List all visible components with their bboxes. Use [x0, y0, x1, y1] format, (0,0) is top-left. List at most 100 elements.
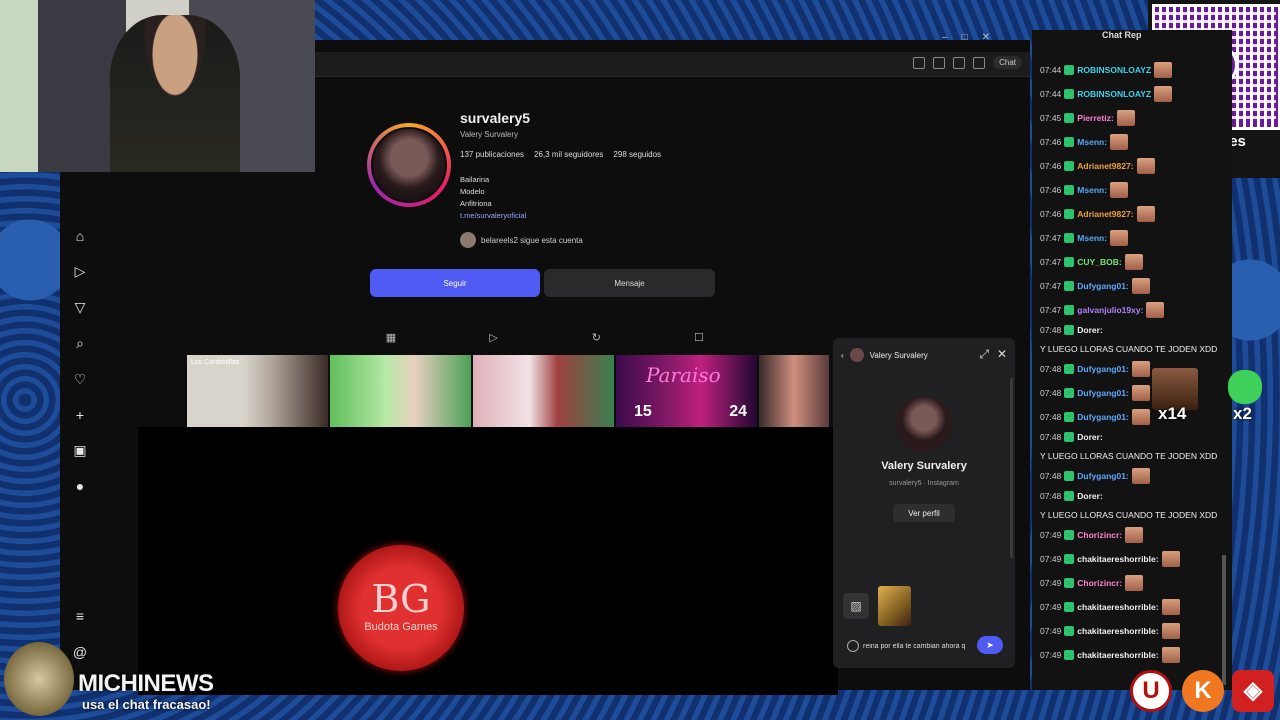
- instagram-sidebar: ⌂ ▷ ▽ ⌕ ♡ + ▣ ● ≡ @: [62, 220, 98, 670]
- create-icon[interactable]: +: [72, 407, 88, 423]
- chat-message: 07:49 Chorizincr:: [1040, 523, 1225, 547]
- emote-icon: [1161, 599, 1180, 615]
- chat-username[interactable]: Dorer:: [1077, 429, 1103, 445]
- chat-username[interactable]: Chorizincr:: [1077, 575, 1122, 591]
- chat-username[interactable]: CUY_BOB:: [1077, 254, 1121, 270]
- chat-username[interactable]: Dufygang01:: [1077, 361, 1128, 377]
- reels-tab-icon[interactable]: ▷: [488, 332, 500, 344]
- chat-message: 07:49 chakitaereshorrible:: [1040, 643, 1225, 667]
- budota-games-logo: BG Budota Games: [338, 545, 464, 671]
- home-icon[interactable]: ⌂: [72, 228, 88, 244]
- chat-username[interactable]: Dufygang01:: [1077, 468, 1128, 484]
- brand-title: MICHINEWS: [78, 670, 214, 697]
- message-button[interactable]: Mensaje: [544, 269, 715, 297]
- post-tile[interactable]: Los Cardenillas: [187, 355, 328, 427]
- tagged-icon[interactable]: ☐: [693, 332, 705, 344]
- chat-username[interactable]: chakitaereshorrible:: [1077, 551, 1158, 567]
- maximize-icon[interactable]: □: [962, 32, 968, 43]
- direct-message-panel: ‹ Valery Survalery ⤢ ✕ Valery Survalery …: [833, 338, 1015, 668]
- message-time: 07:45: [1040, 113, 1062, 123]
- sub-badge-icon: [1064, 626, 1075, 636]
- chat-username[interactable]: Msenn:: [1077, 230, 1107, 246]
- chat-username[interactable]: Msenn:: [1077, 134, 1107, 150]
- chat-username[interactable]: Dufygang01:: [1077, 409, 1128, 425]
- profile-avatar-icon[interactable]: ●: [72, 478, 88, 494]
- chat-message: 07:49 chakitaereshorrible:: [1040, 547, 1225, 571]
- sub-badge-icon: [1064, 305, 1075, 315]
- chat-username[interactable]: Adrianet9827:: [1077, 158, 1133, 174]
- profile-avatar[interactable]: [367, 123, 451, 207]
- chat-scrollbar[interactable]: [1222, 555, 1226, 685]
- post-tile[interactable]: [759, 355, 829, 427]
- post-tile[interactable]: Paraiso 15 24: [616, 355, 757, 427]
- followers-count[interactable]: 26,3 mil seguidores: [534, 150, 603, 159]
- chat-username[interactable]: galvanjulio19xy:: [1077, 302, 1143, 318]
- direct-icon[interactable]: ▽: [72, 299, 88, 315]
- reels-icon[interactable]: ▷: [72, 263, 88, 279]
- message-input[interactable]: [843, 636, 987, 656]
- profile-stats: 137 publicaciones 26,3 mil seguidores 29…: [460, 150, 661, 159]
- close-icon[interactable]: ✕: [982, 32, 990, 43]
- emote-icon: [1110, 230, 1129, 246]
- message-time: 07:47: [1040, 305, 1062, 315]
- logo-name: Budota Games: [364, 621, 438, 633]
- stream-overlay-block: [138, 427, 838, 695]
- post-tile[interactable]: [330, 355, 471, 427]
- puzzle-icon[interactable]: [953, 56, 966, 69]
- chat-username[interactable]: Chorizincr:: [1077, 527, 1122, 543]
- chat-username[interactable]: ROBINSONLOAYZ: [1077, 86, 1151, 102]
- sub-badge-icon: [1064, 137, 1075, 147]
- profile-icon[interactable]: [973, 56, 986, 69]
- kick-logo: K: [1182, 670, 1224, 712]
- emote-icon: [1125, 527, 1144, 543]
- follow-button[interactable]: Seguir: [370, 269, 540, 297]
- star-icon[interactable]: [933, 56, 946, 69]
- post-tile[interactable]: [473, 355, 614, 427]
- chat-username[interactable]: chakitaereshorrible:: [1077, 599, 1158, 615]
- grid-icon[interactable]: ▦: [385, 332, 397, 344]
- chat-username[interactable]: ROBINSONLOAYZ: [1077, 62, 1151, 78]
- chat-username[interactable]: Dufygang01:: [1077, 385, 1128, 401]
- threads-icon[interactable]: @: [72, 644, 88, 660]
- sub-badge-icon: [1064, 65, 1075, 75]
- chat-username[interactable]: Dorer:: [1077, 488, 1103, 504]
- expand-icon[interactable]: ⤢: [979, 347, 989, 362]
- send-icon[interactable]: ➤: [977, 636, 1003, 654]
- dm-avatar: [896, 396, 952, 452]
- dashboard-icon[interactable]: ▣: [72, 442, 88, 458]
- posts-count[interactable]: 137 publicaciones: [460, 150, 524, 159]
- reposts-icon[interactable]: ↻: [590, 332, 602, 344]
- bio-line: Modelo: [460, 187, 485, 196]
- chat-message: 07:48 Dorer: Y LUEGO LLORAS CUANDO TE JODE…: [1040, 429, 1225, 464]
- chat-button[interactable]: Chat: [993, 56, 1022, 69]
- attachment-thumbnail[interactable]: [878, 586, 911, 626]
- chat-username[interactable]: chakitaereshorrible:: [1077, 647, 1158, 663]
- message-time: 07:49: [1040, 650, 1062, 660]
- emote-icon: [1125, 575, 1144, 591]
- michinews-logo: [4, 642, 74, 716]
- view-profile-button[interactable]: Ver perfil: [893, 504, 955, 522]
- chat-username[interactable]: Pierretiz:: [1077, 110, 1113, 126]
- chat-username[interactable]: Adrianet9827:: [1077, 206, 1133, 222]
- bio-link[interactable]: t.me/survaleryoficial: [460, 210, 526, 222]
- extension-icon[interactable]: [913, 56, 926, 69]
- back-icon[interactable]: ‹: [841, 351, 844, 360]
- chat-username[interactable]: Msenn:: [1077, 182, 1107, 198]
- following-count[interactable]: 298 seguidos: [613, 150, 661, 159]
- dm-header-name[interactable]: Valery Survalery: [870, 351, 928, 360]
- chat-message: 07:48 Dufygang01:: [1040, 464, 1225, 488]
- emote-icon: [1131, 361, 1150, 377]
- followed-by[interactable]: belareels2 sigue esta cuenta: [460, 232, 583, 248]
- sub-badge-icon: [1064, 491, 1075, 501]
- heart-icon[interactable]: ♡: [72, 371, 88, 387]
- chat-username[interactable]: Dorer:: [1077, 322, 1103, 338]
- message-time: 07:49: [1040, 554, 1062, 564]
- close-dm-icon[interactable]: ✕: [997, 347, 1007, 362]
- message-text: Y LUEGO LLORAS CUANDO TE JODEN XDD: [1040, 510, 1218, 520]
- gallery-icon[interactable]: ▨: [843, 593, 869, 619]
- chat-username[interactable]: chakitaereshorrible:: [1077, 623, 1158, 639]
- minimize-icon[interactable]: –: [942, 32, 948, 43]
- search-icon[interactable]: ⌕: [72, 335, 88, 351]
- chat-username[interactable]: Dufygang01:: [1077, 278, 1128, 294]
- menu-icon[interactable]: ≡: [72, 608, 88, 624]
